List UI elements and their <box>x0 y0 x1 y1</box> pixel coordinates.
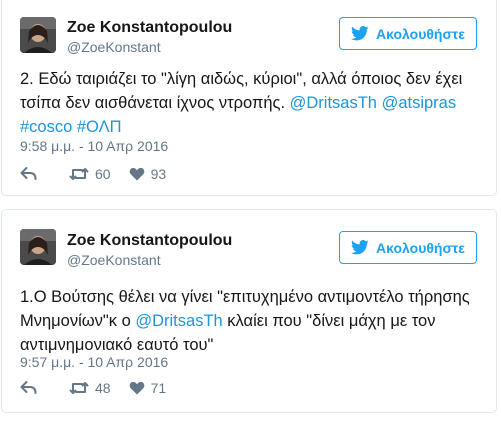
like-count: 93 <box>150 166 167 182</box>
reply-button[interactable] <box>20 381 37 395</box>
retweet-icon <box>69 168 89 180</box>
follow-button-label: Ακολουθήστε <box>376 239 465 256</box>
reply-button[interactable] <box>20 167 37 181</box>
display-name[interactable]: Zoe Konstantopoulou <box>67 232 232 250</box>
username-handle[interactable]: @ZoeKonstant <box>67 39 161 55</box>
tweet-timestamp[interactable]: 9:58 μ.μ. - 10 Απρ 2016 <box>20 138 168 154</box>
tweet-card: Zoe Konstantopoulou @ZoeKonstant Ακολουθ… <box>1 209 497 413</box>
tweet-text: 2. Εδώ ταιριάζει το "λίγη αιδώς, κύριοι"… <box>20 67 490 139</box>
tweet-timestamp[interactable]: 9:57 μ.μ. - 10 Απρ 2016 <box>20 354 168 370</box>
tweet-actions: 60 93 <box>20 164 166 184</box>
username-handle[interactable]: @ZoeKonstant <box>67 252 161 268</box>
avatar[interactable] <box>20 17 56 53</box>
mention-link[interactable]: @atsipras <box>382 94 457 112</box>
like-button[interactable]: 71 <box>129 380 167 396</box>
mention-link[interactable]: @DritsasTh <box>135 312 222 330</box>
follow-button[interactable]: Ακολουθήστε <box>339 231 477 264</box>
heart-icon <box>129 167 144 181</box>
retweet-button[interactable]: 60 <box>69 166 111 182</box>
twitter-bird-icon <box>351 26 369 41</box>
follow-button-label: Ακολουθήστε <box>376 25 465 42</box>
retweet-button[interactable]: 48 <box>69 380 111 396</box>
hashtag-link[interactable]: #ΟΛΠ <box>77 118 122 136</box>
tweet-card: Zoe Konstantopoulou @ZoeKonstant Ακολουθ… <box>1 0 497 196</box>
retweet-icon <box>69 382 89 394</box>
reply-icon <box>20 381 37 394</box>
heart-icon <box>129 381 144 395</box>
like-count: 71 <box>150 380 167 396</box>
tweet-text: 1.Ο Βούτσης θέλει να γίνει "επιτυχημένο … <box>20 285 490 357</box>
display-name[interactable]: Zoe Konstantopoulou <box>67 19 232 37</box>
mention-link[interactable]: @DritsasTh <box>290 94 377 112</box>
like-button[interactable]: 93 <box>129 166 167 182</box>
hashtag-link[interactable]: #cosco <box>20 118 72 136</box>
avatar[interactable] <box>20 229 56 265</box>
follow-button[interactable]: Ακολουθήστε <box>339 17 477 50</box>
retweet-count: 60 <box>95 166 111 182</box>
retweet-count: 48 <box>95 380 111 396</box>
tweet-actions: 48 71 <box>20 378 166 398</box>
twitter-bird-icon <box>351 240 369 255</box>
reply-icon <box>20 167 37 180</box>
